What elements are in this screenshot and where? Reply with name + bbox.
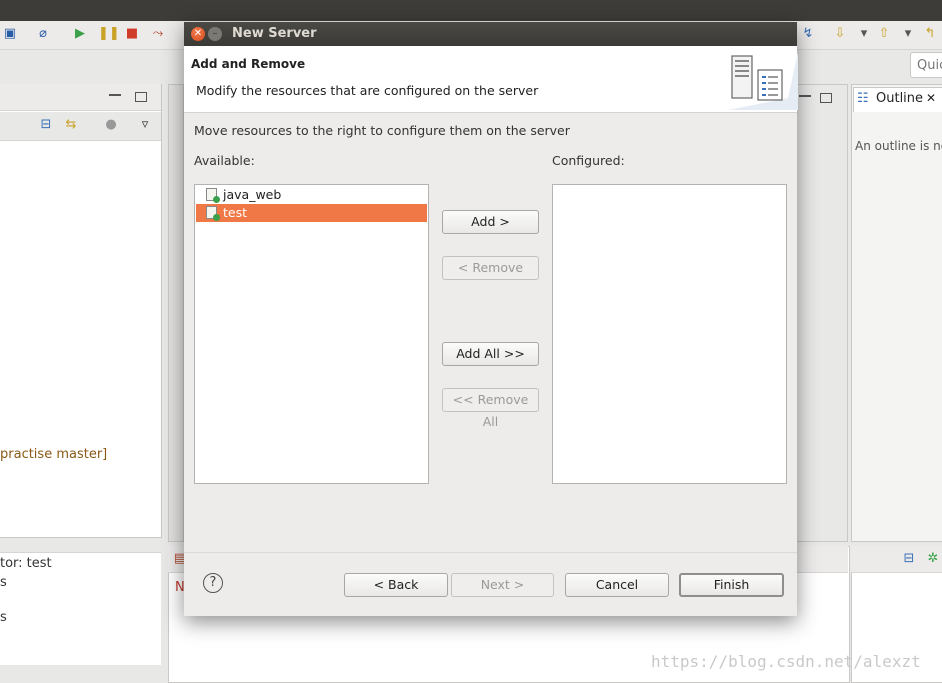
link-with-editor-icon[interactable]: ⇆ bbox=[63, 117, 79, 133]
wizard-page-description: Modify the resources that are configured… bbox=[196, 83, 539, 98]
list-item-label: test bbox=[223, 205, 248, 220]
project-tree-item[interactable]: practise master] bbox=[0, 447, 107, 462]
gear-icon[interactable]: ✲ bbox=[925, 551, 941, 567]
new-server-dialog: ✕ – New Server Add and Remove Modify the… bbox=[184, 22, 798, 616]
back-icon[interactable]: ↰ bbox=[922, 26, 938, 42]
left-bottom-text: tor: test bbox=[0, 556, 52, 571]
left-view bbox=[0, 84, 162, 538]
help-icon[interactable]: ? bbox=[203, 573, 223, 593]
outline-icon: ☷ bbox=[857, 91, 869, 106]
list-item-label: java_web bbox=[223, 187, 282, 202]
dropdown-arrow-icon[interactable]: ▾ bbox=[900, 26, 916, 42]
collapse-icon[interactable]: ⊟ bbox=[901, 551, 917, 567]
close-icon[interactable]: ✕ bbox=[926, 91, 936, 105]
prev-annotation-icon[interactable]: ⇧ bbox=[876, 26, 892, 42]
filter-icon[interactable]: ● bbox=[103, 117, 119, 133]
server-graphic-icon bbox=[728, 52, 798, 110]
quick-access-field[interactable]: Quic bbox=[910, 52, 942, 78]
terminate-icon[interactable]: ■ bbox=[124, 26, 140, 42]
cancel-button[interactable]: Cancel bbox=[565, 573, 669, 597]
right-middle-view bbox=[797, 84, 848, 542]
outline-tab-label[interactable]: Outline bbox=[876, 91, 923, 106]
instruction-text: Move resources to the right to configure… bbox=[194, 123, 570, 138]
view-menu-icon[interactable]: ▿ bbox=[137, 117, 153, 133]
pin-icon[interactable]: ⌀ bbox=[35, 26, 51, 42]
close-icon[interactable]: ✕ bbox=[191, 27, 205, 41]
suspend-icon[interactable]: ❚❚ bbox=[98, 26, 120, 42]
right-bottom-header: ⊟ ✲ bbox=[851, 546, 942, 573]
minimize-icon[interactable]: – bbox=[208, 27, 222, 41]
next-annotation-icon[interactable]: ⇩ bbox=[832, 26, 848, 42]
dialog-titlebar: ✕ – New Server bbox=[184, 22, 797, 46]
resume-icon[interactable]: ▶ bbox=[72, 26, 88, 42]
collapse-all-icon[interactable]: ⊟ bbox=[38, 117, 54, 133]
divider bbox=[184, 552, 797, 553]
editor-area bbox=[168, 84, 184, 542]
project-icon bbox=[206, 206, 220, 221]
left-bottom-text: s bbox=[0, 575, 7, 590]
finish-button[interactable]: Finish bbox=[679, 573, 784, 597]
disconnect-icon[interactable]: ⤳ bbox=[150, 26, 166, 42]
top-panel bbox=[0, 0, 942, 21]
configured-label: Configured: bbox=[552, 153, 625, 168]
monitor-icon[interactable]: ▣ bbox=[2, 26, 18, 42]
project-icon bbox=[206, 188, 220, 203]
minimize-icon[interactable] bbox=[109, 92, 121, 96]
available-list[interactable]: java_web test bbox=[194, 184, 429, 484]
wizard-page-title: Add and Remove bbox=[191, 57, 306, 71]
next-button[interactable]: Next > bbox=[451, 573, 554, 597]
left-view-toolbar: ⊟ ⇆ ● ▿ bbox=[0, 112, 161, 141]
dialog-title: New Server bbox=[232, 26, 317, 41]
list-item[interactable]: java_web bbox=[196, 186, 427, 204]
available-label: Available: bbox=[194, 153, 255, 168]
remove-button[interactable]: < Remove bbox=[442, 256, 539, 280]
maximize-icon[interactable] bbox=[135, 92, 147, 102]
configured-list[interactable] bbox=[552, 184, 787, 484]
list-item[interactable]: test bbox=[196, 204, 427, 222]
minimize-icon[interactable] bbox=[799, 93, 811, 97]
back-button[interactable]: < Back bbox=[344, 573, 448, 597]
add-button[interactable]: Add > bbox=[442, 210, 539, 234]
left-bottom-text: s bbox=[0, 610, 7, 625]
left-view-header bbox=[0, 84, 161, 111]
dropdown-arrow-icon[interactable]: ▾ bbox=[856, 26, 872, 42]
watermark: https://blog.csdn.net/alexzt bbox=[651, 652, 921, 671]
step-icon[interactable]: ↯ bbox=[800, 26, 816, 42]
remove-all-button[interactable]: << Remove All bbox=[442, 388, 539, 429]
outline-message: An outline is no bbox=[855, 139, 942, 153]
add-all-button[interactable]: Add All >> bbox=[442, 342, 539, 366]
maximize-icon[interactable] bbox=[820, 93, 832, 103]
